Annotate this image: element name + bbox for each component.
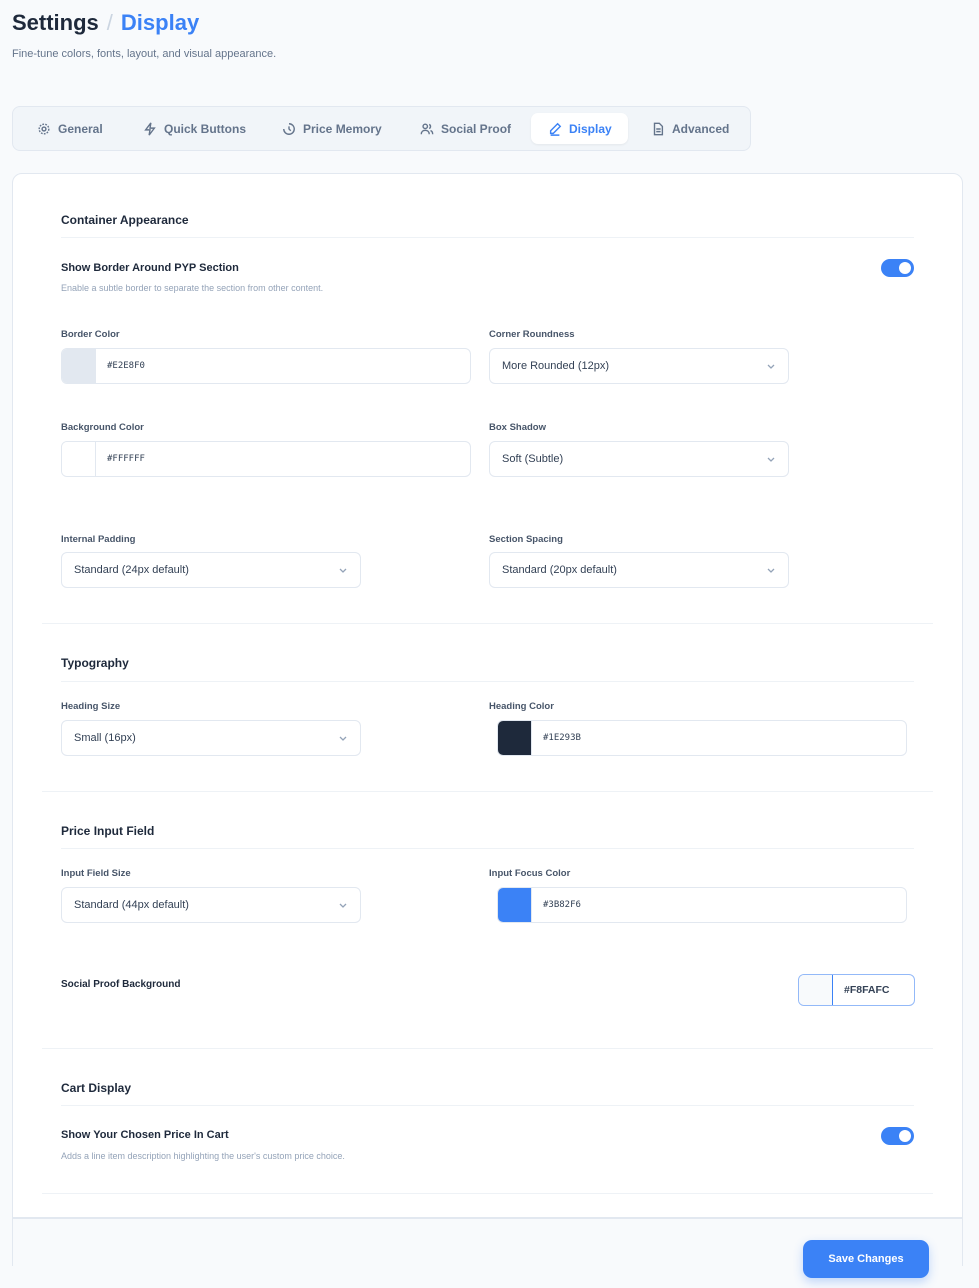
setting-title: Show Your Chosen Price In Cart	[61, 1129, 229, 1141]
field-label: Background Color	[61, 422, 144, 433]
section-spacing-select[interactable]: Standard (20px default)	[489, 552, 789, 588]
color-swatch[interactable]	[62, 442, 96, 476]
chevron-down-icon	[767, 364, 775, 369]
field-label: Border Color	[61, 329, 120, 340]
section-divider	[42, 623, 933, 624]
social-proof-background-input[interactable]: #F8FAFC	[798, 974, 915, 1006]
section-heading: Cart Display	[61, 1081, 132, 1095]
select-value: Small (16px)	[74, 732, 136, 744]
tab-price-memory[interactable]: Price Memory	[272, 113, 392, 144]
border-color-input[interactable]: #E2E8F0	[61, 348, 471, 384]
color-value: #3B82F6	[543, 900, 581, 910]
heading-size-select[interactable]: Small (16px)	[61, 720, 361, 756]
background-color-input[interactable]: #FFFFFF	[61, 441, 471, 477]
input-field-size-select[interactable]: Standard (44px default)	[61, 887, 361, 923]
color-swatch[interactable]	[498, 888, 532, 922]
tab-quick-buttons[interactable]: Quick Buttons	[133, 113, 256, 144]
show-price-in-cart-toggle[interactable]	[881, 1127, 914, 1145]
divider	[61, 237, 914, 238]
color-swatch[interactable]	[62, 349, 96, 383]
divider	[61, 681, 914, 682]
section-heading: Typography	[61, 656, 129, 670]
select-value: Standard (44px default)	[74, 899, 189, 911]
breadcrumb-current: Display	[120, 10, 200, 35]
color-value: #E2E8F0	[107, 361, 145, 371]
tab-advanced[interactable]: Advanced	[641, 113, 739, 144]
color-swatch[interactable]	[498, 721, 532, 755]
field-label: Input Focus Color	[489, 868, 571, 879]
setting-description: Enable a subtle border to separate the s…	[61, 283, 324, 293]
field-label: Box Shadow	[489, 422, 547, 433]
tab-general[interactable]: General	[27, 113, 113, 144]
field-label: Heading Size	[61, 701, 121, 712]
tab-label: Advanced	[672, 121, 730, 136]
bolt-icon	[144, 121, 156, 136]
show-border-toggle[interactable]	[881, 259, 914, 277]
select-value: Standard (24px default)	[74, 564, 189, 576]
heading-color-input[interactable]: #1E293B	[497, 720, 907, 756]
tab-display[interactable]: Display	[531, 113, 628, 144]
input-focus-color-input[interactable]: #3B82F6	[497, 887, 907, 923]
chevron-down-icon	[339, 736, 347, 741]
history-icon	[283, 122, 295, 135]
tab-bar: General Quick Buttons Price Memory Socia…	[12, 106, 751, 151]
tab-label: Social Proof	[441, 121, 512, 136]
breadcrumb-separator: /	[106, 10, 113, 35]
select-value: More Rounded (12px)	[502, 360, 610, 372]
box-shadow-select[interactable]: Soft (Subtle)	[489, 441, 789, 477]
field-label: Heading Color	[489, 701, 554, 712]
setting-description: Adds a line item description highlightin…	[61, 1151, 345, 1161]
field-label: Input Field Size	[61, 868, 131, 879]
color-value: #1E293B	[543, 733, 581, 743]
chevron-down-icon	[767, 568, 775, 573]
pen-icon	[549, 122, 562, 136]
tab-label: General	[58, 121, 103, 136]
color-value: #FFFFFF	[107, 454, 145, 464]
color-swatch[interactable]	[799, 975, 833, 1005]
color-value: #F8FAFC	[844, 984, 890, 996]
chevron-down-icon	[339, 903, 347, 908]
breadcrumb-settings[interactable]: Settings	[12, 10, 99, 35]
gear-icon	[38, 122, 50, 135]
section-heading: Price Input Field	[61, 824, 155, 838]
section-divider	[42, 791, 933, 792]
tab-label: Display	[569, 121, 612, 136]
section-divider	[42, 1193, 933, 1194]
chevron-down-icon	[767, 457, 775, 462]
tab-label: Quick Buttons	[164, 121, 247, 136]
section-heading: Container Appearance	[61, 213, 189, 227]
field-label: Section Spacing	[489, 534, 563, 545]
section-divider	[42, 1048, 933, 1049]
select-value: Standard (20px default)	[502, 564, 617, 576]
field-label: Internal Padding	[61, 534, 136, 545]
document-icon	[653, 122, 664, 135]
page-subtitle: Fine-tune colors, fonts, layout, and vis…	[12, 48, 277, 60]
chevron-down-icon	[339, 568, 347, 573]
page-title: Settings / Display	[12, 10, 199, 36]
setting-title: Show Border Around PYP Section	[61, 262, 239, 274]
field-label: Corner Roundness	[489, 329, 575, 340]
save-changes-button[interactable]: Save Changes	[803, 1240, 929, 1278]
users-icon	[420, 122, 434, 134]
tab-social-proof[interactable]: Social Proof	[410, 113, 521, 144]
select-value: Soft (Subtle)	[502, 453, 564, 465]
field-label: Social Proof Background	[61, 979, 181, 990]
corner-roundness-select[interactable]: More Rounded (12px)	[489, 348, 789, 384]
internal-padding-select[interactable]: Standard (24px default)	[61, 552, 361, 588]
divider	[61, 848, 914, 849]
tab-label: Price Memory	[303, 121, 382, 136]
divider	[61, 1105, 914, 1106]
settings-card	[12, 173, 963, 1218]
